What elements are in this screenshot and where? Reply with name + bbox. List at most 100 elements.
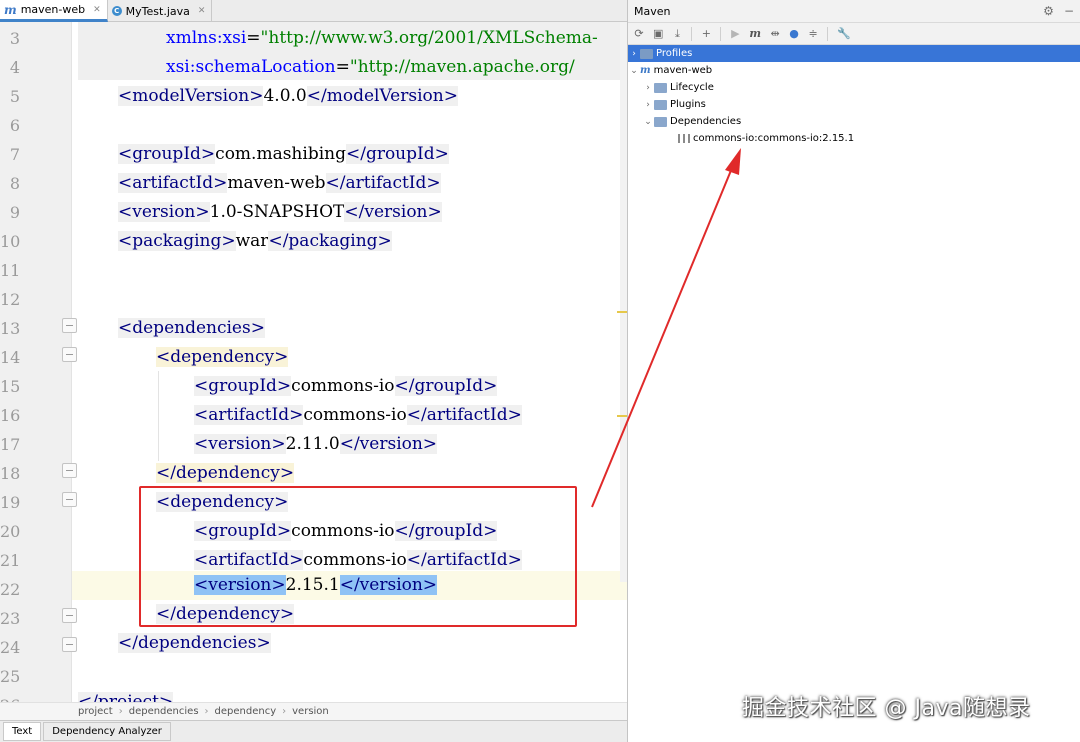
fold-marker[interactable]: [62, 463, 77, 478]
line-number: 12: [0, 290, 21, 309]
line-number: 18: [0, 464, 21, 483]
line-number: 20: [0, 522, 21, 541]
fold-marker[interactable]: [62, 347, 77, 362]
line-number: 25: [0, 667, 21, 686]
line-number: 6: [9, 116, 20, 135]
lifecycle-folder-icon: [654, 82, 667, 93]
maven-module-icon: m: [4, 2, 17, 17]
xml-attribute: xmlns:xsi: [166, 28, 247, 48]
toolbar-separator: [720, 26, 722, 41]
scroll-marker: [617, 415, 627, 417]
code-line-8: <artifactId>maven-web</artifactId>: [118, 173, 441, 193]
toolbar-separator: [691, 26, 693, 41]
line-number: 9: [9, 203, 20, 222]
code-line-5: <modelVersion>4.0.0</modelVersion>: [118, 86, 458, 106]
code-line-3: xmlns:xsi="http://www.w3.org/2001/XMLSch…: [166, 28, 598, 48]
java-class-icon: C: [111, 6, 122, 16]
xml-string: "http://www.w3.org/2001/XMLSchema-: [260, 28, 598, 48]
download-icon[interactable]: ⤓: [672, 27, 682, 41]
maven-toolbar: ⟳ ▣ ⤓ + ▶ m ⇹ ● ≑ 🔧: [628, 23, 1080, 45]
tree-item-dependency[interactable]: commons-io:commons-io:2.15.1: [628, 130, 1080, 147]
code-line-24: </dependencies>: [118, 633, 271, 653]
code-line-14: <dependency>: [156, 347, 289, 367]
code-line-10: <packaging>war</packaging>: [118, 231, 392, 251]
tab-dependency-analyzer[interactable]: Dependency Analyzer: [43, 722, 171, 741]
line-number: 26: [0, 691, 20, 702]
fold-marker[interactable]: [62, 318, 77, 333]
dependencies-folder-icon: [654, 116, 667, 127]
code-editor[interactable]: 3 4 5 6 7 8 9 10 11 12 13 14 15 16 17 18…: [0, 22, 627, 702]
plus-icon[interactable]: +: [701, 27, 711, 40]
tab-label: maven-web: [20, 3, 86, 16]
line-number: 4: [9, 58, 20, 77]
code-line-26: </project>: [78, 688, 174, 702]
line-number: 3: [9, 29, 20, 48]
close-icon[interactable]: ✕: [93, 5, 101, 15]
maven-panel-header: Maven ⚙ −: [628, 0, 1080, 23]
chevron-right-icon: ›: [282, 706, 287, 717]
toggle-offline-icon[interactable]: ⇹: [770, 27, 780, 40]
annotation-highlight-box: [139, 486, 577, 627]
reload-icon[interactable]: ⟳: [634, 27, 644, 40]
line-number: 8: [9, 174, 20, 193]
editor-tab-bar: m maven-web ✕ C MyTest.java ✕: [0, 0, 627, 22]
maven-tool-window: Maven ⚙ − ⟳ ▣ ⤓ + ▶ m ⇹ ● ≑ 🔧 › Profiles…: [628, 0, 1080, 742]
chevron-right-icon[interactable]: ›: [642, 83, 654, 93]
plugins-folder-icon: [654, 99, 667, 110]
line-number: 19: [0, 493, 21, 512]
line-number: 7: [9, 145, 20, 164]
chevron-right-icon: ›: [204, 706, 209, 717]
vertical-scrollbar[interactable]: [620, 22, 627, 582]
line-number: 10: [0, 232, 21, 251]
breadcrumb-item[interactable]: version: [292, 706, 329, 717]
tab-text[interactable]: Text: [3, 722, 42, 741]
line-number: 15: [0, 377, 21, 396]
breadcrumb-item[interactable]: dependency: [215, 706, 277, 717]
code-line-4: xsi:schemaLocation="http://maven.apache.…: [166, 57, 575, 77]
toolbar-separator: [827, 26, 829, 41]
tree-item-profiles[interactable]: › Profiles: [628, 45, 1080, 62]
execute-goal-icon[interactable]: m: [749, 27, 761, 40]
breadcrumb-item[interactable]: dependencies: [129, 706, 199, 717]
maven-module-icon: m: [640, 65, 651, 76]
chevron-down-icon[interactable]: ⌄: [628, 66, 640, 76]
bottom-tab-bar: Text Dependency Analyzer: [0, 720, 627, 742]
chevron-right-icon: ›: [118, 706, 123, 717]
chevron-down-icon[interactable]: ⌄: [642, 117, 654, 127]
line-number: 23: [0, 609, 21, 628]
code-line-13: <dependencies>: [118, 318, 265, 338]
tree-item-module[interactable]: ⌄ m maven-web: [628, 62, 1080, 79]
settings-wrench-icon[interactable]: 🔧: [837, 27, 851, 40]
tree-item-lifecycle[interactable]: › Lifecycle: [628, 79, 1080, 96]
tree-item-plugins[interactable]: › Plugins: [628, 96, 1080, 113]
fold-marker[interactable]: [62, 492, 77, 507]
collapse-icon[interactable]: ≑: [808, 27, 818, 40]
fold-marker[interactable]: [62, 637, 77, 652]
run-icon[interactable]: ▶: [730, 27, 740, 40]
tab-mytest-java[interactable]: C MyTest.java ✕: [108, 0, 213, 22]
gear-icon[interactable]: ⚙: [1043, 4, 1054, 18]
line-number: 11: [0, 261, 21, 280]
chevron-right-icon[interactable]: ›: [628, 49, 640, 59]
code-line-9: <version>1.0-SNAPSHOT</version>: [118, 202, 442, 222]
scroll-marker: [617, 311, 627, 313]
folder-icon: [640, 48, 653, 59]
line-number: 22: [0, 580, 21, 599]
code-line-17: <version>2.11.0</version>: [194, 434, 438, 454]
code-line-7: <groupId>com.mashibing</groupId>: [118, 144, 449, 164]
line-number: 14: [0, 348, 21, 367]
skip-tests-icon[interactable]: ●: [789, 27, 799, 40]
line-number: 17: [0, 435, 21, 454]
add-folder-icon[interactable]: ▣: [653, 27, 663, 40]
watermark: 掘金技术社区 @ Java随想录: [742, 696, 1031, 721]
chevron-right-icon[interactable]: ›: [642, 100, 654, 110]
tab-maven-web[interactable]: m maven-web ✕: [0, 0, 108, 22]
breadcrumb-item[interactable]: project: [78, 706, 113, 717]
close-icon[interactable]: ✕: [198, 6, 206, 16]
minimize-icon[interactable]: −: [1064, 4, 1074, 18]
maven-panel-title: Maven: [634, 4, 671, 18]
tree-item-dependencies[interactable]: ⌄ Dependencies: [628, 113, 1080, 130]
line-number: 16: [0, 406, 21, 425]
fold-marker[interactable]: [62, 608, 77, 623]
line-number: 24: [0, 638, 21, 657]
